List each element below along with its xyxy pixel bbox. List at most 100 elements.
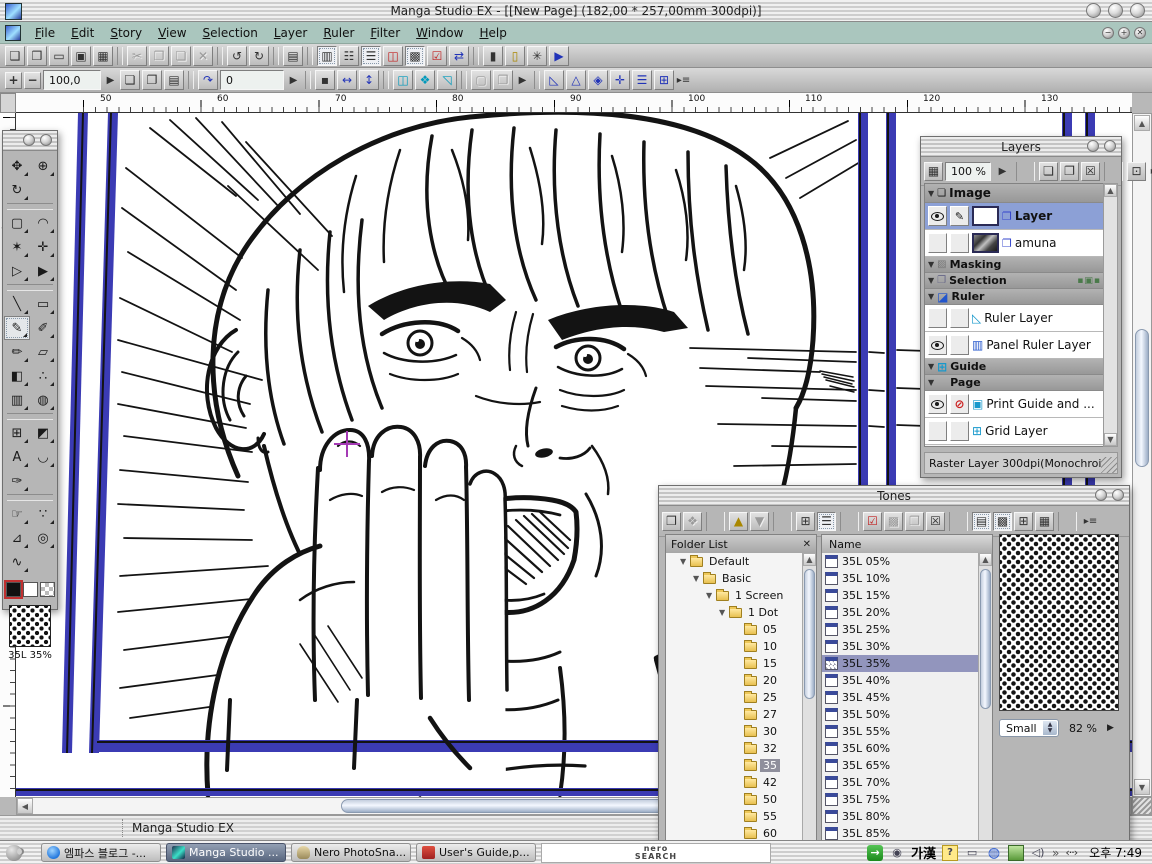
toolbar-button[interactable]: ❏ (171, 46, 191, 66)
tones-toolbar-button[interactable]: ▩ (993, 512, 1012, 531)
tool-button[interactable]: ✏ (4, 340, 30, 364)
scroll-up-arrow[interactable]: ▲ (803, 553, 816, 566)
tones-toolbar-button[interactable]: ☑ (863, 512, 882, 531)
toolbar-button[interactable]: ↕ (359, 70, 379, 90)
window-close-button[interactable] (1130, 3, 1145, 18)
folder-scrollbar[interactable]: ▲ (802, 553, 816, 858)
mdi-restore-button[interactable]: + (1118, 27, 1130, 39)
tool-button[interactable]: ▥ (4, 388, 30, 412)
tone-list-item[interactable]: 35L 35% (822, 655, 978, 672)
toolbar-button[interactable]: ◹ (437, 70, 457, 90)
selection-ops-icons[interactable]: ▪▣▪ (1077, 276, 1105, 286)
tool-button[interactable] (7, 413, 53, 420)
tones-toolbar-button[interactable]: ☒ (926, 512, 945, 531)
edit-cell[interactable] (950, 233, 969, 253)
toolbar-button[interactable]: ✳ (527, 46, 547, 66)
layers-toolbar-button[interactable]: 100 % (945, 162, 991, 181)
toolbar-button[interactable] (305, 71, 311, 89)
collapse-icon[interactable]: ▼ (928, 378, 934, 387)
toolbar-button[interactable]: ☷ (339, 46, 359, 66)
toolbar-button[interactable]: ⊞ (654, 70, 674, 90)
white-color-swatch[interactable] (23, 582, 38, 597)
tones-toolbar-button[interactable]: ▩ (884, 512, 903, 531)
toolbar-button[interactable]: ▢ (471, 70, 491, 90)
folder-tree-item[interactable]: ▼ 55 (666, 808, 802, 825)
tool-button[interactable] (7, 203, 53, 210)
folder-tree-item[interactable]: ▼ 15 (666, 655, 802, 672)
menu-item[interactable]: Edit (63, 23, 102, 43)
folder-tree-item[interactable]: ▼ Basic (666, 570, 802, 587)
toolbar-button[interactable]: ▣ (71, 46, 91, 66)
layers-toolbar-button[interactable]: ☒ (1081, 162, 1100, 181)
tone-list-item[interactable]: 35L 75% (822, 791, 978, 808)
scale-menu-arrow-icon[interactable]: ▶ (1107, 723, 1114, 733)
tones-toolbar-button[interactable]: ▦ (1035, 512, 1054, 531)
edit-cell[interactable]: ✎ (950, 206, 969, 226)
layer-group-masking[interactable]: ▼ ▨ Masking (925, 257, 1105, 273)
taskbar-task-button[interactable]: 엠파스 블로그 -... (41, 843, 161, 862)
scroll-down-arrow[interactable]: ▼ (1134, 779, 1150, 795)
tool-button[interactable]: ∵ (30, 502, 56, 526)
visibility-cell[interactable] (928, 335, 947, 355)
tool-button[interactable]: ◧ (4, 364, 30, 388)
layers-scrollbar[interactable]: ▲ ▼ (1103, 183, 1118, 447)
toolbar-button[interactable]: ↷ (198, 70, 218, 90)
tones-toolbar-button[interactable]: ☰ (817, 512, 836, 531)
toolbar-button[interactable] (461, 71, 467, 89)
tray-globe-icon[interactable]: ◍ (986, 845, 1002, 861)
taskbar-task-button[interactable]: User's Guide,p... (416, 843, 536, 862)
toolbar-button[interactable]: ❐ (149, 46, 169, 66)
layers-toolbar-button[interactable]: ▦ (924, 162, 943, 181)
layers-toolbar-button[interactable]: ▸≡ (1148, 162, 1152, 181)
menu-item[interactable]: Help (471, 23, 514, 43)
toolbar-button[interactable]: ✕ (193, 46, 213, 66)
visibility-cell[interactable] (928, 394, 947, 414)
start-button-apple-icon[interactable] (6, 845, 22, 861)
tool-button[interactable]: ▭ (30, 292, 56, 316)
edit-cell[interactable] (950, 421, 969, 441)
toolbar-button[interactable]: ✂ (127, 46, 147, 66)
tool-button[interactable]: ◎ (30, 526, 56, 550)
window-titlebar[interactable]: Manga Studio EX - [[New Page] (182,00 * … (0, 0, 1152, 22)
current-tone-swatch[interactable] (9, 605, 51, 647)
folder-tree-item[interactable]: ▼ 42 (666, 774, 802, 791)
tones-toolbar-button[interactable]: ▲ (729, 512, 748, 531)
scroll-up-arrow[interactable]: ▲ (979, 553, 992, 566)
layer-row-print-guide[interactable]: ⊘ ▣ Print Guide and ... (925, 391, 1105, 418)
collapse-icon[interactable]: ▼ (928, 276, 934, 285)
toolbar-button[interactable]: 0 (220, 70, 284, 90)
stepper-icon[interactable]: ▲▼ (1043, 721, 1057, 735)
tone-list-item[interactable]: 35L 50% (822, 706, 978, 723)
tool-button[interactable]: ✑ (4, 469, 30, 493)
folder-tree-item[interactable]: ▼ 10 (666, 638, 802, 655)
palette-minimize-button[interactable] (1095, 489, 1107, 501)
tool-button[interactable]: ▱ (30, 340, 56, 364)
toolbar-button[interactable] (307, 47, 313, 65)
folder-tree-item[interactable]: ▼ 32 (666, 740, 802, 757)
toolbar-button[interactable]: ☰ (632, 70, 652, 90)
toolbar-button[interactable]: ▶ (286, 70, 301, 90)
toolbar-button[interactable]: ❖ (415, 70, 435, 90)
menu-item[interactable]: Selection (195, 23, 266, 43)
toolbar-button[interactable]: ✛ (610, 70, 630, 90)
menu-item[interactable]: Story (102, 23, 150, 43)
layers-toolbar-button[interactable]: ▶ (993, 162, 1012, 181)
folder-tree-item[interactable]: ▼ 50 (666, 791, 802, 808)
menu-item[interactable]: Layer (266, 23, 315, 43)
toolbar-button[interactable]: ▶ (103, 70, 118, 90)
toolbar-button[interactable]: ▮ (483, 46, 503, 66)
layer-row-amuna[interactable]: ❐ amuna (925, 230, 1105, 257)
toolbar-button[interactable]: ❐ (142, 70, 162, 90)
quick-launch-icon[interactable]: → (867, 845, 883, 861)
menu-item[interactable]: Filter (362, 23, 408, 43)
tones-toolbar-button[interactable]: ❖ (683, 512, 702, 531)
tray-help-icon[interactable]: ? (942, 845, 958, 861)
toolbar-button[interactable] (273, 47, 279, 65)
folder-tree-item[interactable]: ▼ 25 (666, 689, 802, 706)
toolbar-button[interactable]: 100,0 (43, 70, 101, 90)
toolbar-button[interactable] (383, 71, 389, 89)
tool-button[interactable]: ↻ (4, 178, 30, 202)
vertical-scroll-thumb[interactable] (1135, 329, 1149, 467)
toolbar-button[interactable]: ▥ (317, 46, 337, 66)
layer-row-grid[interactable]: ⊞ Grid Layer (925, 418, 1105, 445)
